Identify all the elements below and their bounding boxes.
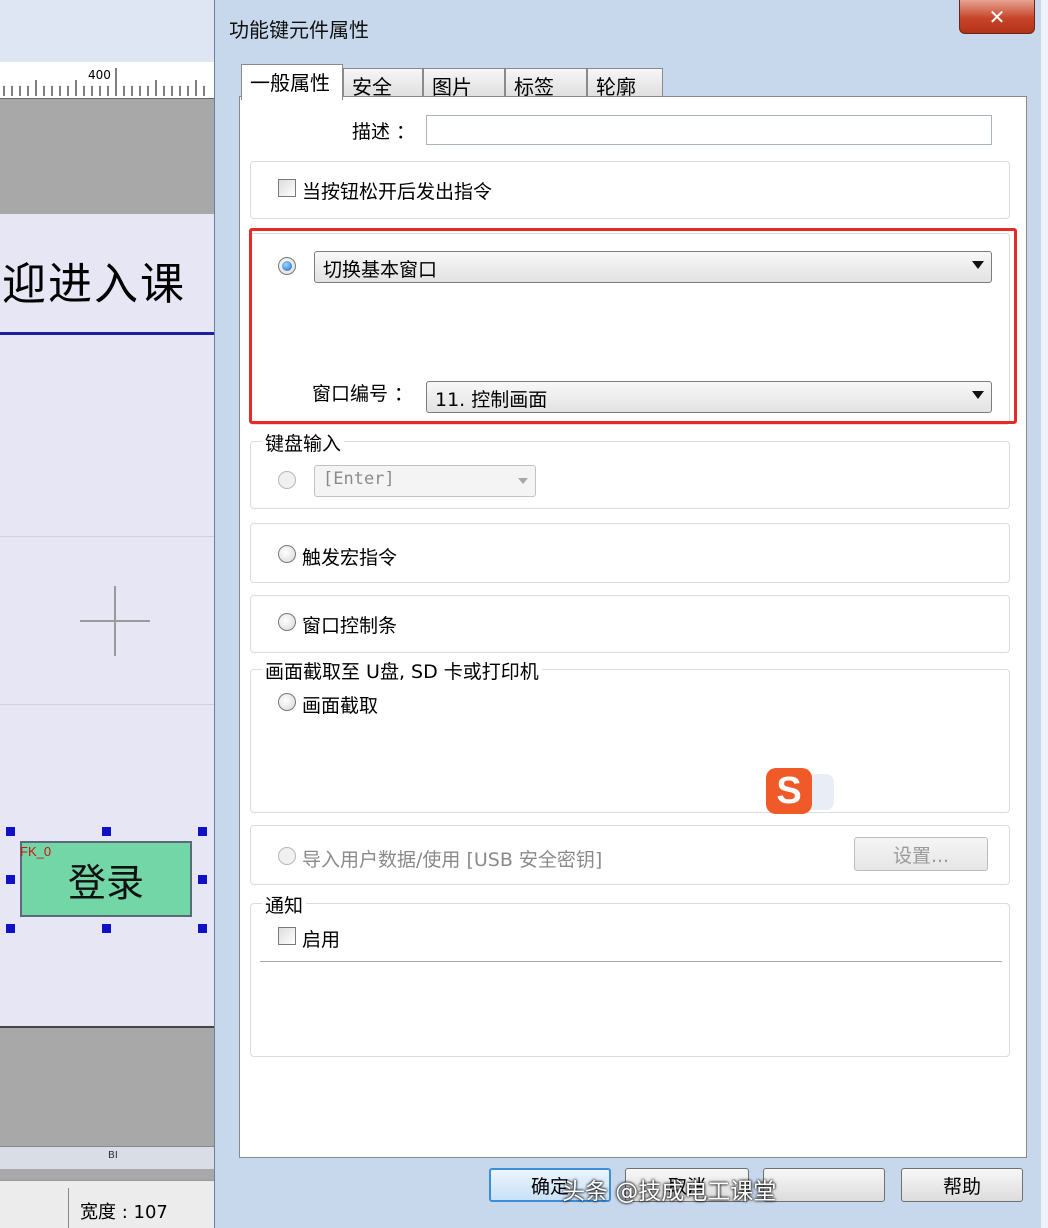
tab-security[interactable]: 安全 — [343, 68, 423, 99]
tab-label[interactable]: 标签 — [505, 68, 587, 99]
description-label: 描述 ： — [352, 121, 416, 143]
status-width: 宽度 : 107 — [80, 1202, 168, 1223]
description-input[interactable] — [426, 115, 992, 145]
screenshot-group-label: 画面截取至 U盘, SD 卡或打印机 — [262, 657, 542, 684]
keyboard-key-value: [Enter] — [323, 469, 395, 489]
screenshot-label: 画面截取 — [302, 695, 379, 717]
import-radio[interactable] — [278, 847, 296, 865]
dialog-title: 功能键元件属性 — [229, 18, 369, 42]
canvas-title-text: 迎进入课 — [2, 259, 186, 310]
ime-toolbar-edge — [810, 774, 834, 810]
resize-handle[interactable] — [102, 827, 111, 836]
scrollbar-grip-label: BI — [108, 1150, 118, 1161]
keyboard-input-group-label: 键盘输入 — [262, 429, 345, 456]
dialog-edge — [1041, 0, 1048, 1228]
ruler-label: 400 — [88, 68, 111, 82]
release-checkbox[interactable] — [278, 179, 296, 197]
function-key-properties-dialog: 功能键元件属性 ✕ 一般属性 安全 图片 标签 轮廓 描述 ： 当按钮松开后发出… — [214, 0, 1048, 1228]
apply-button[interactable] — [763, 1168, 885, 1202]
close-button[interactable]: ✕ — [959, 0, 1035, 34]
editor-background: 400 迎进入课 登录 FK_0 BI 宽度 : 107 — [0, 0, 214, 1228]
resize-handle[interactable] — [198, 875, 207, 884]
resize-handle[interactable] — [6, 827, 15, 836]
function-key-id-tag: FK_0 — [20, 844, 52, 859]
tab-general[interactable]: 一般属性 — [241, 64, 343, 100]
status-separator — [68, 1188, 69, 1228]
keyboard-input-radio[interactable] — [278, 471, 296, 489]
window-bar-radio[interactable] — [278, 613, 296, 631]
tab-picture[interactable]: 图片 — [423, 68, 505, 99]
resize-handle[interactable] — [198, 924, 207, 933]
help-button[interactable]: 帮助 — [901, 1168, 1023, 1202]
notify-enable-checkbox[interactable] — [278, 927, 296, 945]
crosshair-icon — [80, 586, 150, 656]
tab-outline[interactable]: 轮廓 — [587, 68, 663, 99]
notify-group-label: 通知 — [262, 891, 307, 918]
annotation-highlight — [249, 228, 1017, 424]
login-key-label: 登录 — [67, 860, 144, 905]
editor-toolbar-area — [0, 0, 214, 63]
notify-group — [250, 903, 1010, 1057]
window-bar-label: 窗口控制条 — [302, 615, 398, 637]
close-icon: ✕ — [988, 4, 1006, 29]
settings-button[interactable]: 设置... — [854, 837, 988, 871]
notify-enable-label: 启用 — [302, 929, 341, 951]
release-checkbox-label: 当按钮松开后发出指令 — [302, 181, 493, 203]
screenshot-radio[interactable] — [278, 693, 296, 711]
canvas-title-underline — [0, 332, 214, 335]
resize-handle[interactable] — [6, 875, 15, 884]
horizontal-scrollbar[interactable]: BI — [0, 1146, 214, 1169]
canvas-grid-line — [0, 704, 214, 705]
sogou-ime-icon[interactable]: S — [766, 768, 812, 814]
resize-handle[interactable] — [6, 924, 15, 933]
macro-label: 触发宏指令 — [302, 547, 398, 569]
canvas-grid-line — [0, 536, 214, 537]
macro-radio[interactable] — [278, 545, 296, 563]
chevron-down-icon — [518, 478, 528, 484]
resize-handle[interactable] — [198, 827, 207, 836]
keyboard-key-select[interactable]: [Enter] — [314, 465, 536, 497]
watermark: 头条 @技成电工课堂 — [562, 1179, 777, 1205]
resize-handle[interactable] — [102, 924, 111, 933]
notify-divider — [260, 961, 1002, 962]
import-label: 导入用户数据/使用 [USB 安全密钥] — [302, 849, 603, 871]
